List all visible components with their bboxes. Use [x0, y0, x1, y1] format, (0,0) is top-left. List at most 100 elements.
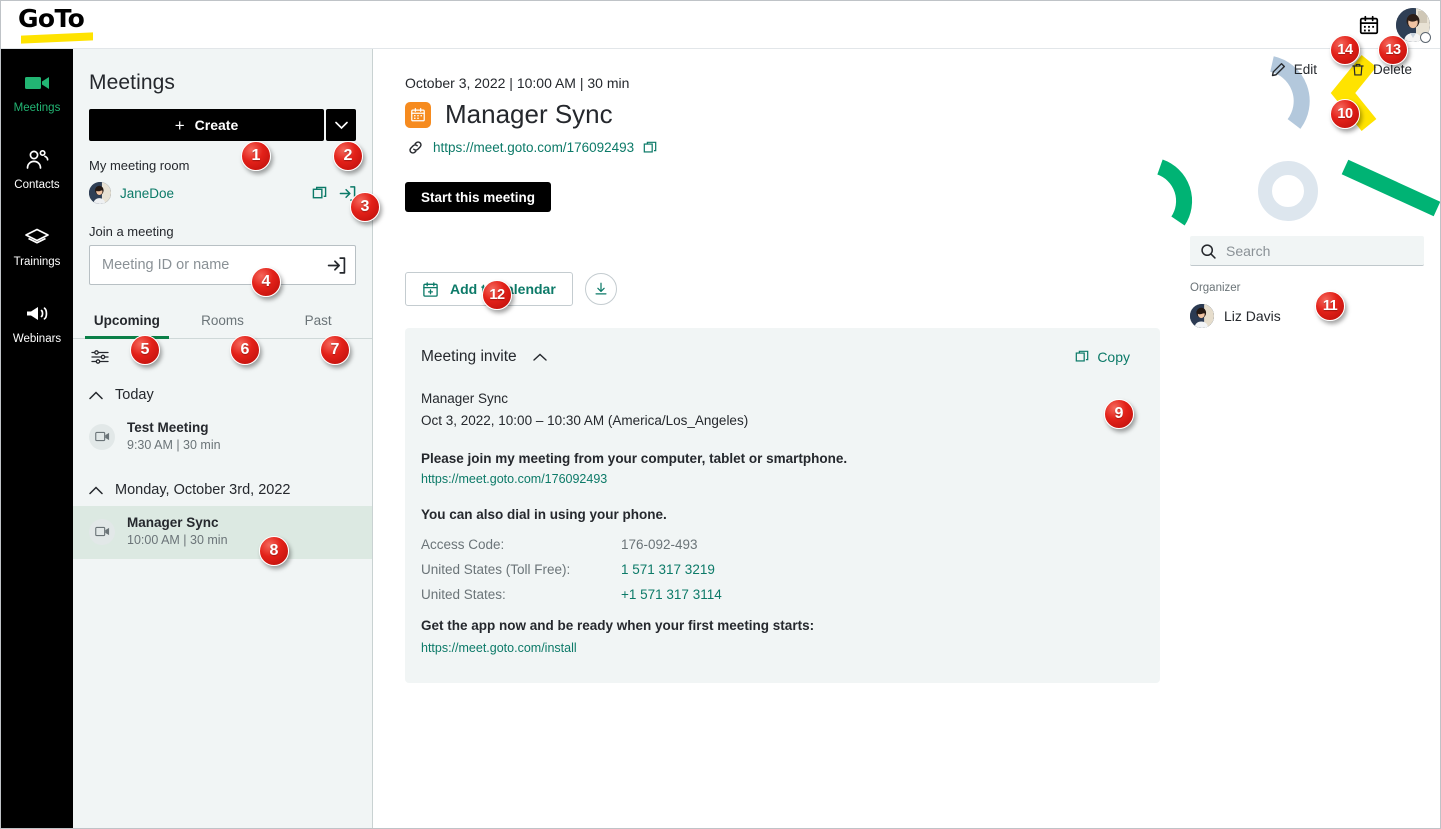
goto-logo: GoTo [15, 4, 101, 45]
download-button[interactable] [584, 273, 617, 305]
graduation-cap-icon [24, 225, 50, 249]
invite-dial-line: You can also dial in using your phone. [421, 507, 667, 522]
table-row: United States: +1 571 317 3114 [421, 582, 1136, 607]
copy-invite-button[interactable]: Copy [1069, 348, 1136, 366]
callout-badge-14: 14 [1330, 35, 1360, 65]
callout-badge-12: 12 [482, 280, 512, 310]
edit-button[interactable]: Edit [1265, 61, 1323, 78]
app-window: GoTo Meetings Contacts Trainings Webinar… [0, 0, 1441, 829]
sidebar-item-label: Meetings [13, 102, 61, 114]
start-meeting-button[interactable]: Start this meeting [405, 182, 552, 212]
chevron-up-icon [89, 485, 103, 494]
callout-badge-5: 5 [130, 335, 160, 365]
meetings-panel: Meetings + Create My meeting room JaneDo… [73, 49, 373, 828]
sidebar-item-meetings[interactable]: Meetings [1, 71, 73, 114]
callout-badge-4: 4 [251, 267, 281, 297]
page-title: Meetings [89, 71, 176, 94]
callout-badge-6: 6 [230, 335, 260, 365]
callout-badge-10: 10 [1330, 99, 1360, 129]
avatar [1190, 304, 1214, 328]
filter-sliders-icon[interactable] [91, 347, 111, 367]
video-camera-icon [89, 423, 115, 450]
copy-icon[interactable] [312, 186, 327, 201]
copy-icon[interactable] [643, 141, 657, 155]
tab-upcoming[interactable]: Upcoming [79, 304, 175, 339]
meeting-title-row: Manager Sync [405, 99, 1190, 130]
callout-badge-13: 13 [1378, 35, 1408, 65]
tab-rooms[interactable]: Rooms [175, 304, 271, 338]
list-item[interactable]: Test Meeting 9:30 AM | 30 min [73, 411, 372, 464]
group-title: Today [115, 387, 154, 403]
detail-action-row: Add to calendar [405, 272, 1190, 306]
join-input-wrap [73, 245, 372, 285]
group-title: Monday, October 3rd, 2022 [115, 482, 291, 498]
create-dropdown-button[interactable] [326, 109, 356, 141]
group-header-today[interactable]: Today [73, 369, 372, 411]
meeting-invite-body: Manager Sync Oct 3, 2022, 10:00 – 10:30 … [421, 388, 1136, 657]
goto-logo-underline [21, 31, 93, 44]
my-room-name[interactable]: JaneDoe [120, 186, 303, 201]
sidebar-item-label: Webinars [12, 333, 62, 345]
meeting-detail-main: October 3, 2022 | 10:00 AM | 30 min Mana… [373, 49, 1190, 828]
calendar-icon [405, 101, 431, 128]
enter-icon[interactable] [325, 254, 347, 276]
presence-indicator [1420, 31, 1431, 43]
meeting-link-row: https://meet.goto.com/176092493 [405, 139, 1190, 156]
my-room-actions [312, 185, 356, 202]
meeting-subtitle: 10:00 AM | 30 min [127, 533, 228, 547]
dial-value[interactable]: 1 571 317 3219 [621, 557, 715, 582]
dial-value: 176-092-493 [621, 537, 698, 552]
search-wrap [1190, 236, 1424, 266]
edit-label: Edit [1293, 62, 1317, 77]
join-meeting-input[interactable] [89, 245, 356, 285]
organizer-row: Liz Davis [1190, 304, 1424, 328]
meeting-invite-header: Meeting invite Copy [421, 348, 1136, 366]
invite-join-line: Please join my meeting from your compute… [421, 451, 848, 466]
group-header-monday[interactable]: Monday, October 3rd, 2022 [73, 464, 372, 506]
callout-badge-3: 3 [350, 192, 380, 222]
meeting-link[interactable]: https://meet.goto.com/176092493 [433, 140, 634, 155]
callout-badge-9: 9 [1104, 399, 1134, 429]
sidebar-item-contacts[interactable]: Contacts [1, 148, 73, 191]
callout-badge-1: 1 [241, 141, 271, 171]
invite-when: Oct 3, 2022, 10:00 – 10:30 AM (America/L… [421, 413, 749, 428]
people-icon [24, 148, 50, 172]
my-meeting-room-row: JaneDoe [73, 179, 372, 207]
meeting-meta: October 3, 2022 | 10:00 AM | 30 min [405, 75, 630, 91]
tab-label: Past [304, 313, 332, 328]
sidebar-item-label: Trainings [13, 256, 61, 268]
create-button[interactable]: + Create [89, 109, 324, 141]
dial-value[interactable]: +1 571 317 3114 [621, 582, 722, 607]
copy-icon [1075, 350, 1089, 364]
tab-label: Rooms [201, 313, 244, 328]
list-item[interactable]: Manager Sync 10:00 AM | 30 min [73, 506, 372, 559]
meeting-invite-title: Meeting invite [421, 348, 517, 365]
tab-past[interactable]: Past [270, 304, 366, 338]
copy-invite-label: Copy [1097, 349, 1130, 365]
meeting-detail-side: Edit Delete Search Organizer Liz Davis [1190, 49, 1440, 828]
calendar-plus-icon [422, 281, 439, 298]
join-meeting-label: Join a meeting [89, 224, 174, 239]
callout-badge-7: 7 [320, 335, 350, 365]
pencil-icon [1271, 62, 1286, 77]
download-icon [593, 281, 609, 297]
table-row: Access Code: 176-092-493 [421, 532, 1136, 557]
dial-key: Access Code: [421, 537, 505, 552]
callout-badge-2: 2 [333, 141, 363, 171]
sidebar-item-webinars[interactable]: Webinars [1, 302, 73, 345]
search-input[interactable] [1190, 236, 1424, 266]
list-item-text: Manager Sync 10:00 AM | 30 min [127, 514, 228, 549]
meeting-invite-card: Meeting invite Copy Manager Sync Oct 3, … [405, 328, 1160, 683]
calendar-icon[interactable] [1356, 12, 1382, 38]
my-meeting-room-label: My meeting room [89, 158, 190, 173]
invite-app-link[interactable]: https://meet.goto.com/install [421, 641, 577, 655]
callout-badge-11: 11 [1315, 291, 1345, 321]
delete-button[interactable]: Delete [1345, 61, 1418, 78]
chevron-up-icon[interactable] [532, 353, 547, 362]
megaphone-icon [24, 302, 50, 326]
meeting-name: Manager Sync [127, 515, 219, 530]
invite-join-link[interactable]: https://meet.goto.com/176092493 [421, 472, 607, 486]
sidebar-item-trainings[interactable]: Trainings [1, 225, 73, 268]
